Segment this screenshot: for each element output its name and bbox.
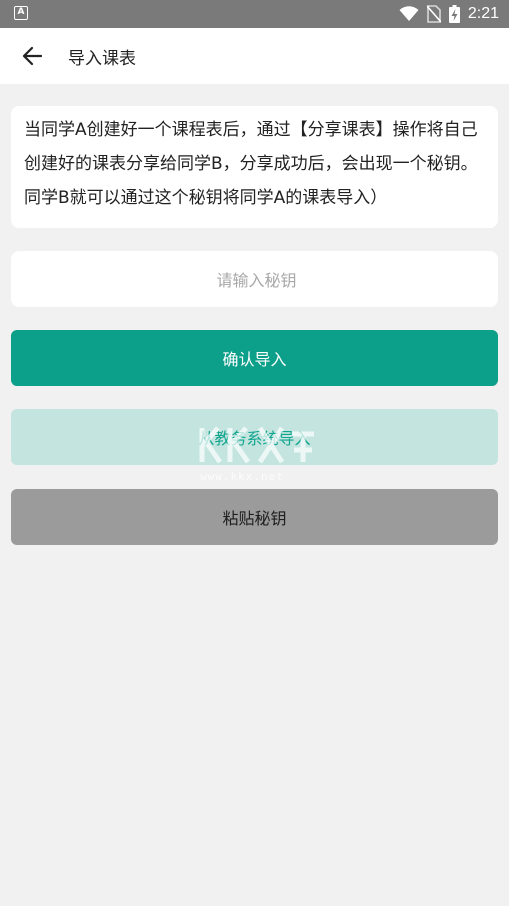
back-button[interactable] xyxy=(14,40,50,72)
wifi-icon xyxy=(399,6,419,21)
confirm-import-button[interactable]: 确认导入 xyxy=(11,330,498,386)
page-title: 导入课表 xyxy=(68,49,136,69)
arrow-left-icon xyxy=(22,46,43,66)
app-toolbar: 导入课表 xyxy=(0,28,509,84)
secret-key-input[interactable] xyxy=(11,251,502,309)
key-input-card xyxy=(11,251,502,309)
battery-charging-icon xyxy=(448,5,460,23)
description-card: 当同学A创建好一个课程表后，通过【分享课表】操作将自己创建好的课表分享给同学B，… xyxy=(11,106,498,228)
import-instructions: 当同学A创建好一个课程表后，通过【分享课表】操作将自己创建好的课表分享给同学B，… xyxy=(24,120,478,208)
clock-time: 2:21 xyxy=(467,5,499,22)
import-from-system-button[interactable]: 从教务系统导入 xyxy=(11,409,498,465)
no-sim-icon xyxy=(426,5,441,23)
notification-app-icon: A xyxy=(14,6,28,20)
watermark-url: www.kkx.net xyxy=(200,470,284,483)
status-icons: 2:21 xyxy=(399,3,499,25)
status-bar: A 2:21 xyxy=(0,0,509,28)
paste-key-button[interactable]: 粘贴秘钥 xyxy=(11,489,498,545)
